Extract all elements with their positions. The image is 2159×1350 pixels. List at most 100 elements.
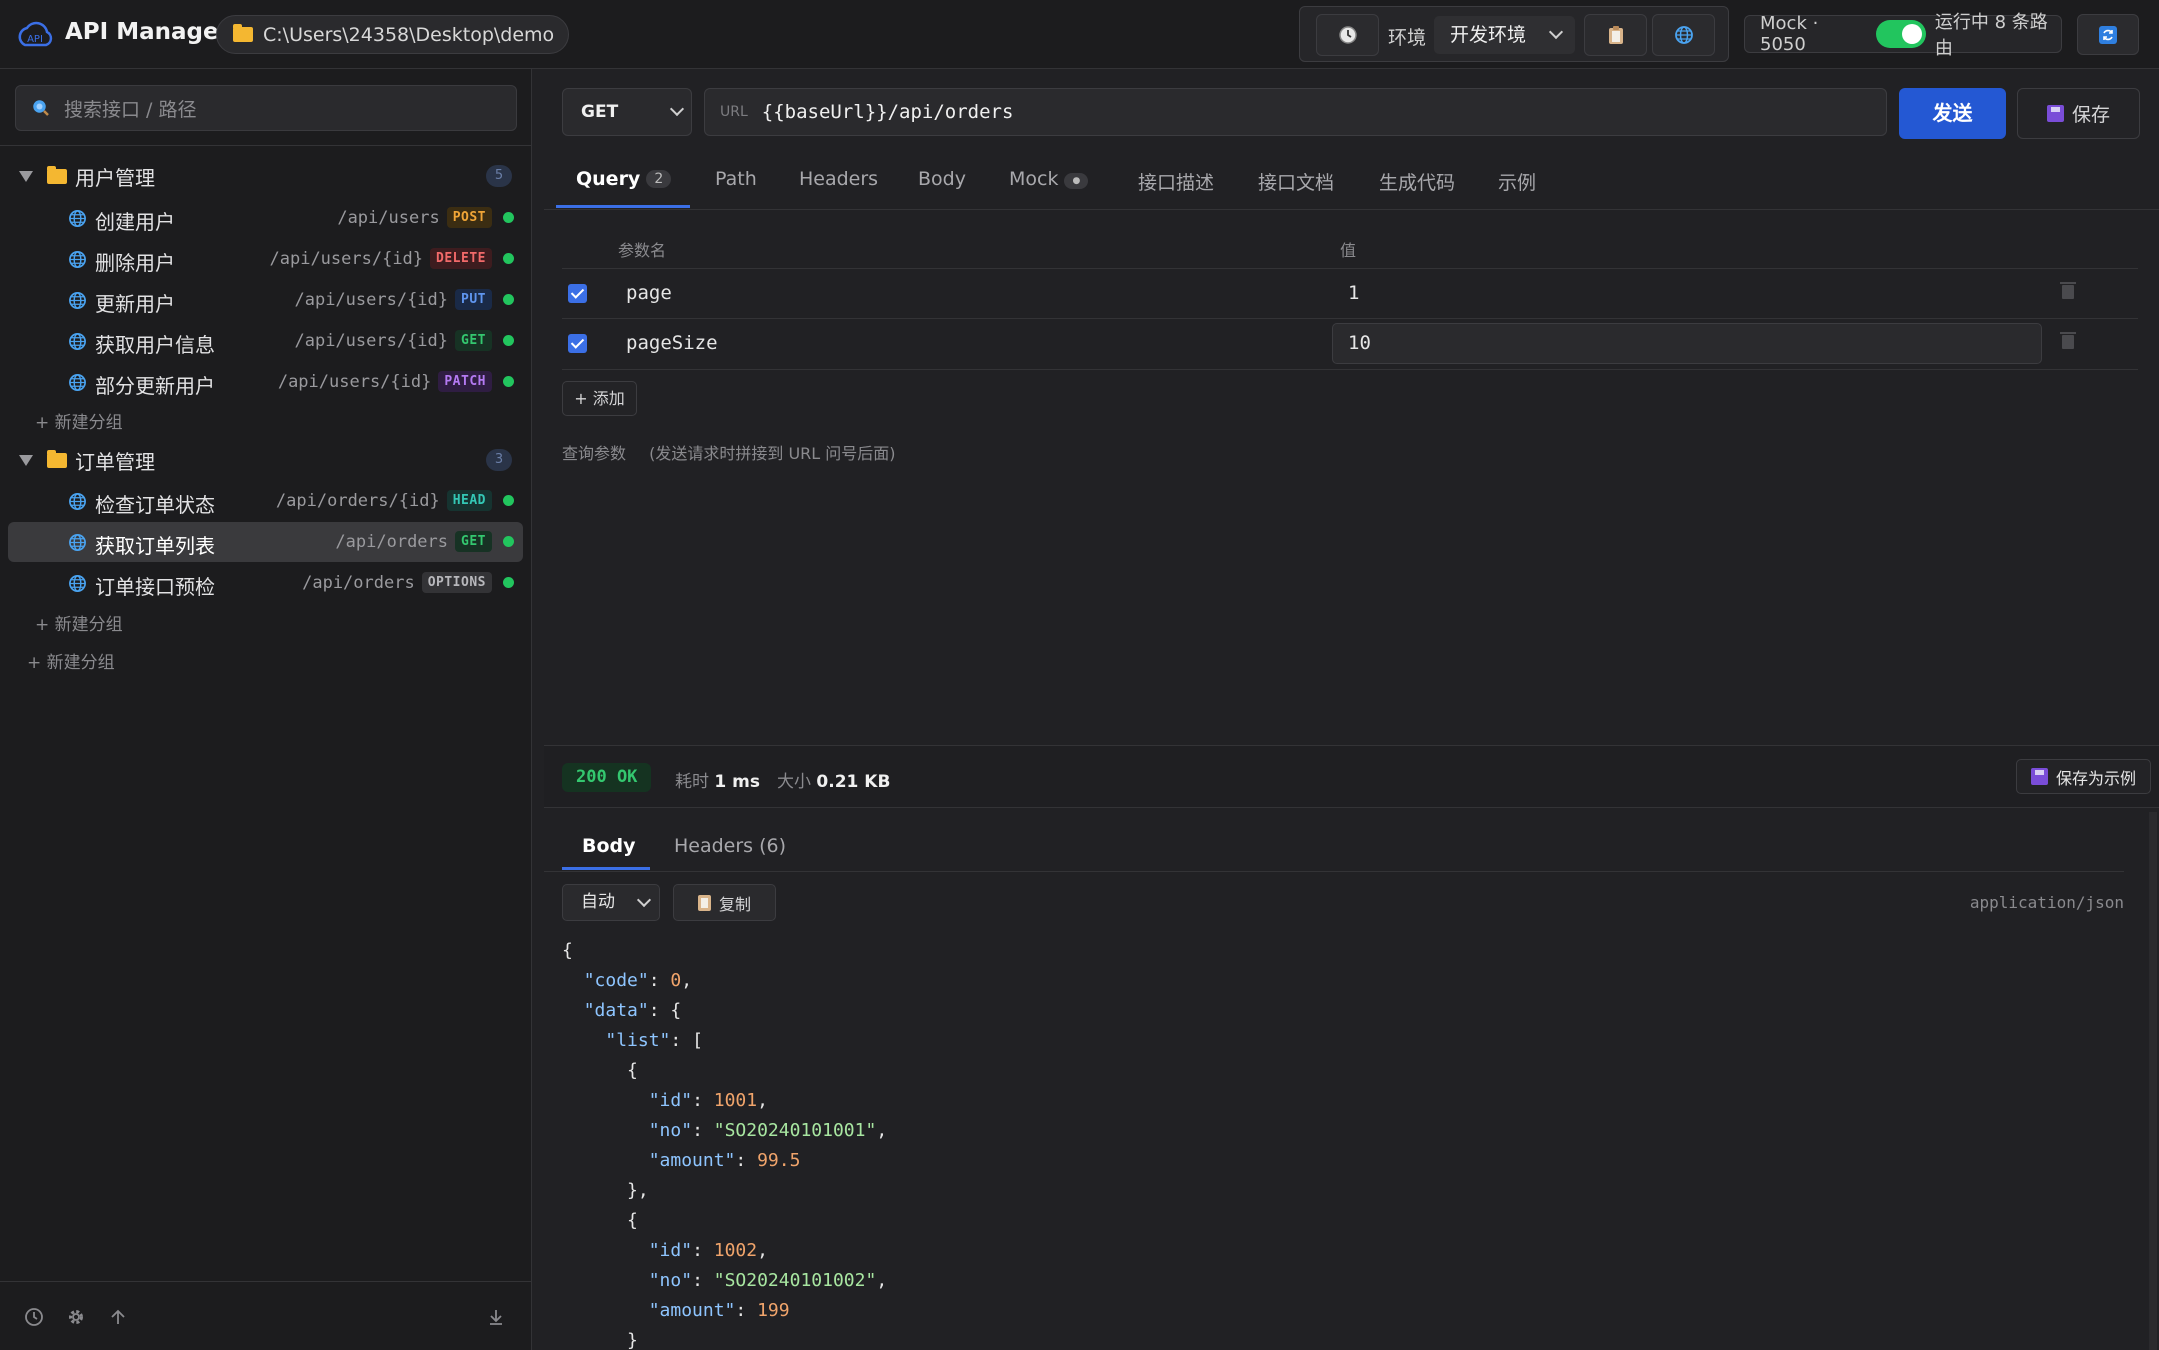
json-number: 1002 [713, 1240, 758, 1261]
status-dot [503, 212, 514, 223]
response-body[interactable]: { "code": 0, "data": { "list": [ { "id":… [562, 936, 887, 1350]
method-select[interactable]: GET [562, 88, 692, 136]
globe-icon [69, 210, 86, 227]
send-button[interactable]: 发送 [1899, 88, 2006, 139]
json-string: "SO20240101001" [713, 1120, 877, 1141]
url-input[interactable]: URL {{baseUrl}}/api/orders [704, 88, 1887, 136]
top-bar: API API Manager C:\Users\24358\Desktop\d… [0, 0, 2159, 69]
new-group-button[interactable]: + 新建分组 [27, 648, 115, 673]
format-select[interactable]: 自动 [562, 884, 660, 921]
tab-body[interactable]: Body [918, 168, 966, 210]
sidebar-item-update-user[interactable]: 更新用户 /api/users/{id} PUT [8, 280, 523, 320]
json-key: "list" [605, 1030, 671, 1051]
save-button[interactable]: 保存 [2017, 88, 2140, 139]
sidebar-item-delete-user[interactable]: 删除用户 /api/users/{id} DELETE [8, 239, 523, 279]
tab-path[interactable]: Path [715, 168, 757, 210]
param-value[interactable]: 1 [1348, 282, 1359, 304]
mock-toggle[interactable] [1875, 20, 1926, 48]
sidebar-item-check-order[interactable]: 检查订单状态 /api/orders/{id} HEAD [8, 481, 523, 521]
search-icon [33, 100, 49, 116]
tab-headers[interactable]: Headers [799, 168, 878, 210]
tab-mock[interactable]: Mock ● [1009, 168, 1089, 210]
tab-status-badge: ● [1064, 173, 1089, 189]
content-type: application/json [1969, 893, 2124, 912]
param-name[interactable]: pageSize [626, 332, 718, 354]
status-dot [503, 294, 514, 305]
method-badge: GET [455, 531, 492, 552]
size-value: 0.21 KB [816, 772, 891, 792]
add-param-button[interactable]: + 添加 [562, 381, 637, 416]
sidebar-item-create-user[interactable]: 创建用户 /api/users POST [8, 198, 523, 238]
response-tabs: Body Headers (6) [544, 820, 2124, 872]
globe-icon [69, 333, 86, 350]
status-dot [503, 577, 514, 588]
environment-select[interactable]: 开发环境 [1434, 16, 1575, 54]
folder-icon [47, 165, 67, 184]
mock-label: Mock · 5050 [1760, 13, 1819, 55]
tab-codegen[interactable]: 生成代码 [1379, 168, 1455, 210]
time-value: 1 ms [714, 772, 760, 792]
history-button[interactable] [1316, 14, 1379, 56]
app-title: API Manager [65, 19, 230, 45]
clock-icon[interactable] [24, 1307, 44, 1327]
tab-docs[interactable]: 接口文档 [1258, 168, 1334, 210]
new-subgroup-button[interactable]: + 新建分组 [35, 610, 123, 635]
new-subgroup-button[interactable]: + 新建分组 [35, 408, 123, 433]
search-input[interactable]: 搜索接口 / 路径 [15, 85, 517, 131]
response-scrollbar[interactable] [2149, 812, 2157, 1350]
trash-icon[interactable] [2060, 332, 2076, 349]
trash-icon[interactable] [2060, 282, 2076, 299]
param-name[interactable]: page [626, 282, 672, 304]
global-settings-button[interactable] [1652, 14, 1715, 56]
tab-response-headers[interactable]: Headers (6) [674, 835, 786, 857]
svg-text:API: API [27, 34, 43, 45]
url-tag: URL [720, 104, 748, 120]
copy-button[interactable]: 复制 [673, 884, 776, 921]
history-icon [1338, 26, 1357, 44]
sidebar-item-order-list[interactable]: 获取订单列表 /api/orders GET [8, 522, 523, 562]
api-name: 删除用户 [95, 251, 175, 275]
globe-icon [69, 575, 86, 592]
response-time: 耗时 1 ms [675, 767, 760, 792]
status-dot [503, 495, 514, 506]
upload-icon[interactable] [108, 1307, 128, 1327]
json-key: "code" [583, 970, 649, 991]
environment-edit-button[interactable] [1584, 14, 1647, 56]
json-number: 1001 [713, 1090, 758, 1111]
size-label: 大小 [777, 772, 811, 792]
param-enabled-checkbox[interactable] [568, 334, 587, 353]
project-path-button[interactable]: C:\Users\24358\Desktop\demo [216, 15, 570, 54]
param-name-header: 参数名 [618, 241, 667, 260]
refresh-button[interactable] [2077, 14, 2139, 55]
tab-query[interactable]: Query 2 [576, 168, 672, 210]
download-icon[interactable] [486, 1307, 506, 1327]
json-string: "SO20240101002" [713, 1270, 877, 1291]
tab-label: Query [576, 168, 641, 190]
chevron-down-icon [1548, 24, 1564, 40]
group-user-management[interactable]: 用户管理 5 [0, 157, 532, 195]
tab-description[interactable]: 接口描述 [1138, 168, 1214, 210]
group-count-badge: 3 [486, 449, 512, 471]
plus-icon: + [35, 615, 50, 635]
api-path: /api/orders [302, 572, 415, 593]
sidebar-item-patch-user[interactable]: 部分更新用户 /api/users/{id} PATCH [8, 362, 523, 402]
sidebar-item-get-user[interactable]: 获取用户信息 /api/users/{id} GET [8, 321, 523, 361]
api-path: /api/users/{id} [294, 330, 449, 351]
json-key: "amount" [648, 1300, 736, 1321]
tab-examples[interactable]: 示例 [1498, 168, 1536, 210]
sidebar-item-order-preflight[interactable]: 订单接口预检 /api/orders OPTIONS [8, 563, 523, 603]
gear-icon[interactable] [66, 1307, 86, 1327]
param-value[interactable]: 10 [1348, 332, 1371, 354]
param-enabled-checkbox[interactable] [568, 284, 587, 303]
group-order-management[interactable]: 订单管理 3 [0, 441, 532, 479]
param-row: page 1 [562, 268, 2138, 319]
method-badge: HEAD [446, 490, 492, 511]
tab-label: Mock [1009, 168, 1059, 190]
tab-response-body[interactable]: Body [582, 835, 636, 857]
api-name: 获取订单列表 [95, 534, 215, 558]
clipboard-icon [697, 894, 711, 911]
save-as-example-button[interactable]: 保存为示例 [2015, 759, 2151, 794]
param-value-input[interactable] [1332, 323, 2042, 364]
url-value: {{baseUrl}}/api/orders [761, 101, 1014, 123]
json-key: "no" [648, 1270, 693, 1291]
